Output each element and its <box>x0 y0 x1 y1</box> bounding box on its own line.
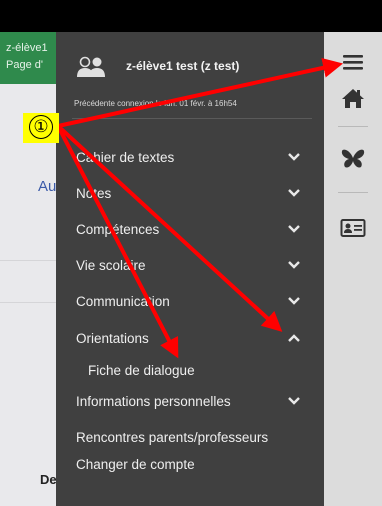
background-text-au: Au <box>38 178 56 195</box>
menu-item-cahier-de-textes[interactable]: Cahier de textes <box>56 141 324 173</box>
butterfly-icon <box>341 149 365 168</box>
rail-divider <box>338 192 368 193</box>
home-icon <box>342 89 364 108</box>
id-card-icon <box>340 219 366 237</box>
navigation-drawer: z-élève1 test (z test) Précédente connex… <box>56 32 324 506</box>
background-header: z-élève1 Page d' <box>0 32 56 84</box>
background-text-dem: Dem <box>40 472 56 487</box>
chevron-down-icon <box>288 261 300 269</box>
drawer-divider <box>72 118 312 119</box>
background-divider <box>0 302 56 303</box>
chevron-down-icon <box>288 153 300 161</box>
background-header-line2: Page d' <box>6 59 43 71</box>
chevron-down-icon <box>288 189 300 197</box>
menu-item-communication[interactable]: Communication <box>56 285 324 317</box>
menu-item-competences[interactable]: Compétences <box>56 213 324 245</box>
chevron-down-icon <box>288 397 300 405</box>
chevron-down-icon <box>288 225 300 233</box>
hamburger-menu-icon <box>343 55 363 70</box>
menu-item-label: Orientations <box>76 331 149 346</box>
last-connection-text: Précédente connexion le lun. 01 févr. à … <box>74 99 237 108</box>
menu-item-informations-personnelles[interactable]: Informations personnelles <box>56 385 324 417</box>
background-divider <box>0 260 56 261</box>
menu-subitem-label: Fiche de dialogue <box>88 363 195 378</box>
app-screen: z-élève1 Page d' Au Dem z-élève1 test (z… <box>0 0 382 506</box>
status-bar <box>0 0 382 32</box>
menu-item-label: Notes <box>76 186 112 201</box>
annotation-marker: ① <box>23 113 59 143</box>
menu-item-label: Compétences <box>76 222 160 237</box>
menu-item-label: Communication <box>76 294 170 309</box>
username: z-élève1 test (z test) <box>126 59 240 73</box>
menu-item-label: Rencontres parents/professeurs <box>76 430 269 445</box>
menu-item-changer-de-compte[interactable]: Changer de compte <box>56 452 324 478</box>
annotation-marker-label: ① <box>29 115 53 139</box>
menu-item-notes[interactable]: Notes <box>56 177 324 209</box>
background-header-line1: z-élève1 <box>6 42 48 54</box>
profile-row[interactable]: z-élève1 test (z test) <box>56 32 324 94</box>
menu-subitem-fiche-de-dialogue[interactable]: Fiche de dialogue <box>56 356 324 384</box>
rail-divider <box>338 126 368 127</box>
menu-item-orientations[interactable]: Orientations <box>56 322 324 354</box>
background-page: z-élève1 Page d' Au Dem <box>0 32 56 506</box>
home-button[interactable] <box>324 78 382 118</box>
id-card-button[interactable] <box>324 208 382 248</box>
menu-item-label: Changer de compte <box>76 457 195 472</box>
chevron-up-icon <box>288 334 300 342</box>
icon-rail <box>324 32 382 506</box>
users-icon <box>77 56 105 77</box>
menu-item-rencontres-parents-professeurs[interactable]: Rencontres parents/professeurs <box>56 425 324 451</box>
menu-item-label: Cahier de textes <box>76 150 175 165</box>
menu-toggle-button[interactable] <box>324 42 382 82</box>
menu-item-label: Vie scolaire <box>76 258 146 273</box>
butterfly-button[interactable] <box>324 138 382 178</box>
chevron-down-icon <box>288 297 300 305</box>
menu-item-vie-scolaire[interactable]: Vie scolaire <box>56 249 324 281</box>
menu-item-label: Informations personnelles <box>76 394 231 409</box>
